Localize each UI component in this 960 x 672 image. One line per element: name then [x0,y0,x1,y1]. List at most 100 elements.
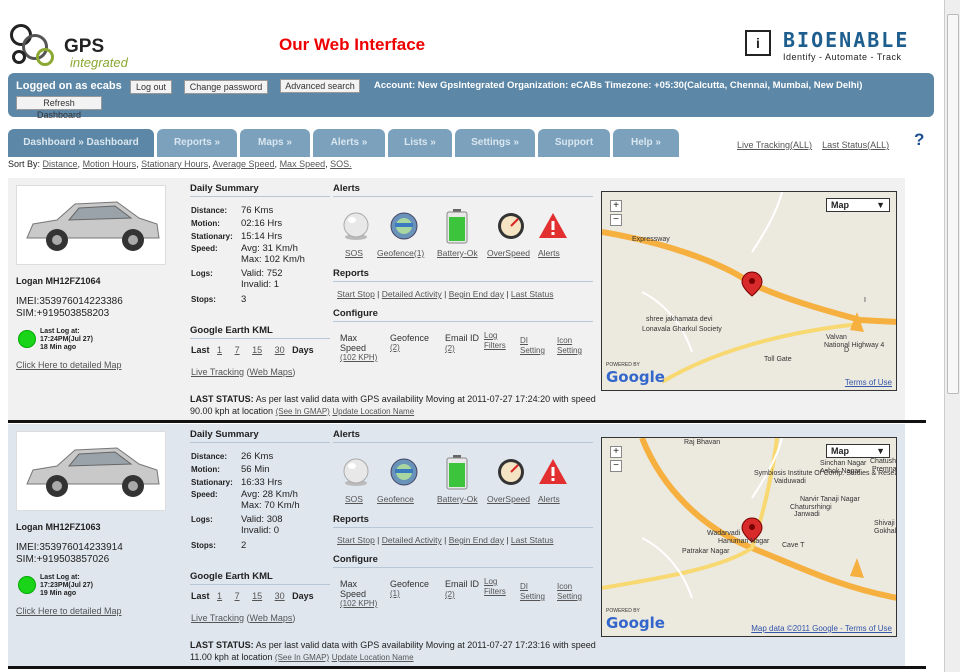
sort-sos[interactable]: SOS. [330,159,352,169]
begin-end-day-link[interactable]: Begin End day [449,535,504,545]
zoom-out-button[interactable]: − [610,460,622,472]
config-max-speed-value[interactable]: (102 KPH) [340,599,384,609]
config-icon-setting-link[interactable]: Icon Setting [557,336,587,356]
sort-stationary-hours[interactable]: Stationary Hours [141,159,208,169]
config-max-speed-value[interactable]: (102 KPH) [340,353,384,363]
sos-alert-label[interactable]: SOS [345,494,363,504]
battery-alert-label[interactable]: Battery-Ok [437,248,478,258]
web-maps-link[interactable]: Web Maps [250,367,293,377]
kml-1-day-link[interactable]: 1 [217,591,222,601]
geofence-icon[interactable] [389,211,419,241]
config-geofence-value[interactable]: (1) [390,589,440,599]
config-icon-setting-link[interactable]: Icon Setting [557,582,587,602]
page-scrollbar[interactable] [944,0,960,672]
refresh-dashboard-button[interactable]: Refresh Dashboard [16,96,102,120]
see-in-gmap-link[interactable]: (See In GMAP) [276,407,330,416]
change-password-button[interactable]: Change password [184,80,268,94]
tab-maps[interactable]: Maps » [240,129,310,157]
warning-icon[interactable] [538,211,568,241]
geofence-alert-label[interactable]: Geofence [377,494,414,504]
map-type-select[interactable]: Map ▼ [826,444,890,458]
help-icon[interactable]: ? [914,130,924,150]
map-place-label: Toll Gate [764,356,792,363]
last-status-all-link[interactable]: Last Status(ALL) [822,140,889,150]
overspeed-alert-label[interactable]: OverSpeed [487,248,530,258]
start-stop-link[interactable]: Start Stop [337,289,375,299]
config-email[interactable]: Email ID (2) [445,333,479,354]
config-di-setting-link[interactable]: DI Setting [520,336,550,356]
web-maps-link[interactable]: Web Maps [250,613,293,623]
sort-motion-hours[interactable]: Motion Hours [83,159,137,169]
sort-distance[interactable]: Distance [43,159,78,169]
tab-lists[interactable]: Lists » [388,129,452,157]
kml-7-days-link[interactable]: 7 [235,591,240,601]
warning-icon[interactable] [538,457,568,487]
update-location-link[interactable]: Update Location Name [332,407,414,416]
sort-average-speed[interactable]: Average Speed [213,159,275,169]
zoom-in-button[interactable]: + [610,200,622,212]
vehicle-map[interactable]: Map ▼ + − Raj Bhavan Sinchan Nagar Ashok Na… [601,437,897,637]
kml-30-days-link[interactable]: 30 [275,345,285,355]
config-email[interactable]: Email ID (2) [445,579,479,600]
see-in-gmap-link[interactable]: (See In GMAP) [275,653,329,662]
tab-dashboard[interactable]: Dashboard » Dashboard [8,129,154,157]
alerts-label[interactable]: Alerts [538,248,560,258]
zoom-out-button[interactable]: − [610,214,622,226]
config-di-setting-link[interactable]: DI Setting [520,582,550,602]
config-geofence-value[interactable]: (2) [390,343,440,353]
kml-30-days-link[interactable]: 30 [275,591,285,601]
sos-alert-label[interactable]: SOS [345,248,363,258]
config-log-filters-link[interactable]: Log Filters [484,331,514,351]
config-geofence[interactable]: Geofence (1) [390,579,440,599]
zoom-in-button[interactable]: + [610,446,622,458]
live-tracking-all-link[interactable]: Live Tracking(ALL) [737,140,812,150]
kml-1-day-link[interactable]: 1 [217,345,222,355]
sos-icon[interactable] [341,457,371,487]
last-status-link[interactable]: Last Status [511,535,554,545]
geofence-alert-label[interactable]: Geofence(1) [377,248,424,258]
overspeed-alert-label[interactable]: OverSpeed [487,494,530,504]
alerts-label[interactable]: Alerts [538,494,560,504]
config-max-speed[interactable]: Max Speed (102 KPH) [340,333,384,363]
config-geofence[interactable]: Geofence (2) [390,333,440,353]
config-max-speed[interactable]: Max Speed (102 KPH) [340,579,384,609]
tab-alerts[interactable]: Alerts » [313,129,385,157]
config-email-value[interactable]: (2) [445,344,455,353]
kml-7-days-link[interactable]: 7 [235,345,240,355]
begin-end-day-link[interactable]: Begin End day [449,289,504,299]
map-terms-link[interactable]: Terms of Use [845,378,892,387]
vehicle-map[interactable]: Map ▼ + − Expressway shree jakhamata devi L… [601,191,897,391]
tab-reports[interactable]: Reports » [157,129,237,157]
detailed-map-link[interactable]: Click Here to detailed Map [16,360,122,370]
tab-settings[interactable]: Settings » [455,129,535,157]
map-terms-link[interactable]: Map data ©2011 Google - Terms of Use [751,624,892,633]
update-location-link[interactable]: Update Location Name [332,653,414,662]
config-email-value[interactable]: (2) [445,590,455,599]
last-status-link[interactable]: Last Status [511,289,554,299]
advanced-search-button[interactable]: Advanced search [280,79,360,93]
geofence-icon[interactable] [389,457,419,487]
overspeed-icon[interactable] [496,211,526,241]
live-tracking-link[interactable]: Live Tracking [191,613,244,623]
live-tracking-link[interactable]: Live Tracking [191,367,244,377]
sos-icon[interactable] [341,211,371,241]
tab-help[interactable]: Help » [613,129,679,157]
map-place-label: Cave T [782,542,805,549]
overspeed-icon[interactable] [496,457,526,487]
kml-15-days-link[interactable]: 15 [252,591,262,601]
battery-icon[interactable] [444,208,470,244]
sort-max-speed[interactable]: Max Speed [280,159,326,169]
detailed-activity-link[interactable]: Detailed Activity [382,289,442,299]
detailed-map-link[interactable]: Click Here to detailed Map [16,606,122,616]
map-type-select[interactable]: Map ▼ [826,198,890,212]
detailed-activity-link[interactable]: Detailed Activity [382,535,442,545]
kml-15-days-link[interactable]: 15 [252,345,262,355]
scrollbar-thumb[interactable] [947,14,959,394]
logout-button[interactable]: Log out [130,80,172,94]
config-log-filters-link[interactable]: Log Filters [484,577,514,597]
sort-label: Sort By: [8,159,41,169]
battery-icon[interactable] [444,454,470,490]
battery-alert-label[interactable]: Battery-Ok [437,494,478,504]
start-stop-link[interactable]: Start Stop [337,535,375,545]
tab-support[interactable]: Support [538,129,610,157]
